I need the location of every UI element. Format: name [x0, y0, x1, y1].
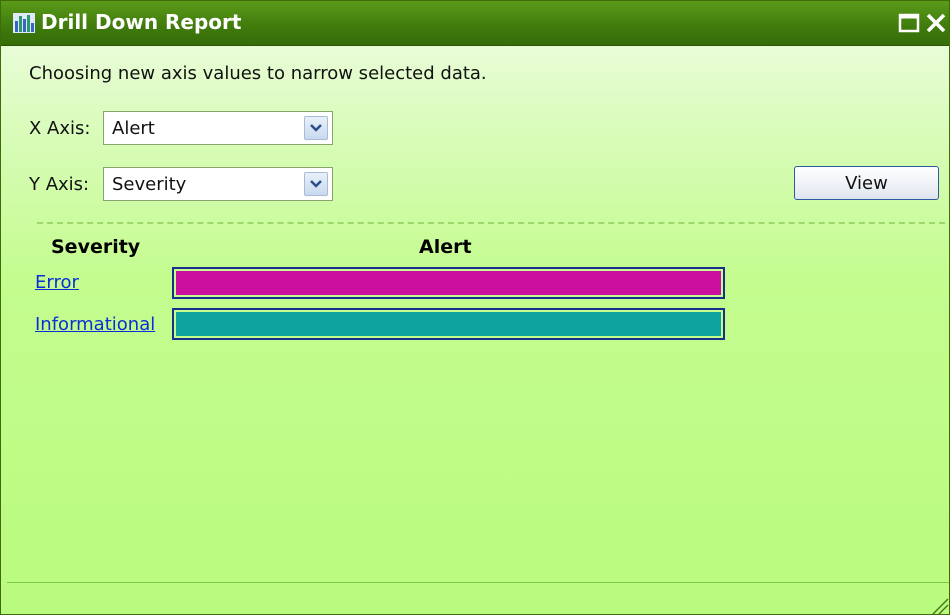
status-bar-divider: [7, 582, 949, 583]
y-axis-select[interactable]: Severity: [103, 167, 333, 201]
close-icon[interactable]: [923, 10, 949, 36]
window-title: Drill Down Report: [41, 10, 242, 34]
bar-error-fill: [176, 271, 721, 295]
drill-down-report-window: Drill Down Report Choosing new axis valu…: [0, 0, 950, 615]
severity-column-header: Severity: [51, 236, 141, 258]
y-axis-selected-value: Severity: [112, 174, 187, 195]
view-button[interactable]: View: [794, 166, 939, 200]
chevron-down-icon[interactable]: [304, 172, 328, 196]
severity-link-informational[interactable]: Informational: [35, 314, 155, 335]
resize-grip-icon[interactable]: [929, 595, 949, 614]
alert-column-header: Alert: [419, 236, 472, 258]
bar-informational-fill: [176, 312, 721, 336]
separator-line: [37, 222, 945, 224]
y-axis-label: Y Axis:: [29, 174, 90, 195]
description-text: Choosing new axis values to narrow selec…: [29, 63, 487, 84]
x-axis-label: X Axis:: [29, 118, 91, 139]
title-bar[interactable]: Drill Down Report: [1, 1, 949, 46]
severity-link-error[interactable]: Error: [35, 272, 79, 293]
bar-chart-icon: [13, 13, 35, 33]
bar-informational[interactable]: [172, 308, 725, 340]
maximize-icon[interactable]: [897, 10, 923, 36]
x-axis-select[interactable]: Alert: [103, 111, 333, 145]
chevron-down-icon[interactable]: [304, 116, 328, 140]
x-axis-selected-value: Alert: [112, 118, 155, 139]
bar-error[interactable]: [172, 267, 725, 299]
